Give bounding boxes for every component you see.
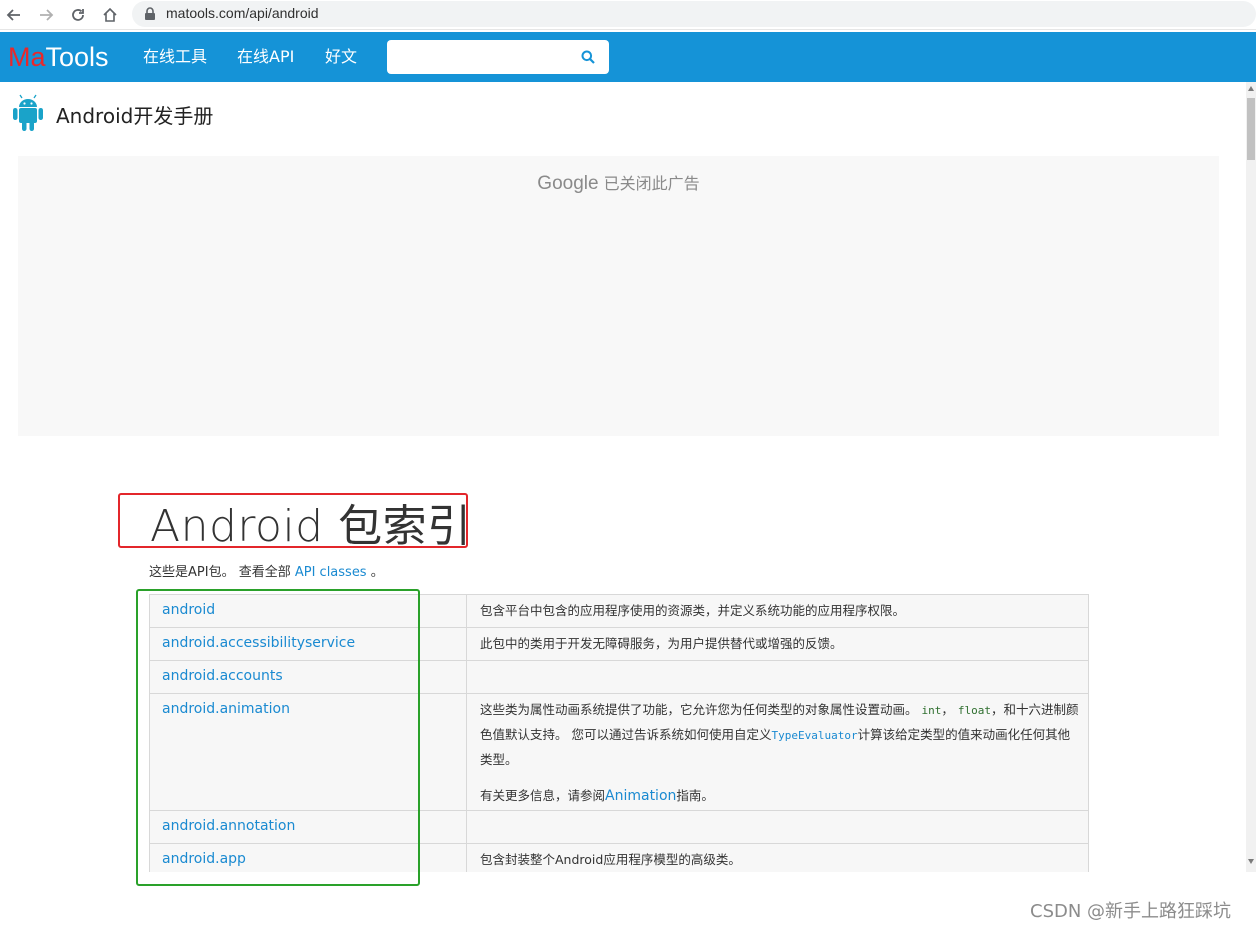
animation-guide-paragraph: 有关更多信息，请参阅Animation指南。 — [480, 784, 1080, 808]
page-scrollbar[interactable] — [1246, 82, 1256, 872]
logo-ma: Ma — [8, 42, 46, 72]
package-description: 此包中的类用于开发无障碍服务，为用户提供替代或增强的反馈。 — [480, 636, 843, 651]
ad-closed-message: Google 已关闭此广告 — [18, 170, 1219, 195]
code-int: int — [921, 704, 942, 717]
animation-desc-paragraph: 这些类为属性动画系统提供了功能，它允许您为任何类型的对象属性设置动画。 int，… — [480, 702, 1079, 767]
lock-icon — [145, 7, 155, 20]
home-icon — [103, 7, 117, 22]
intro-text-start: 这些是API包。 查看全部 — [149, 565, 291, 580]
package-description: 这些类为属性动画系统提供了功能，它允许您为任何类型的对象属性设置动画。 int，… — [480, 698, 1080, 808]
intro-text-end: 。 — [370, 565, 384, 580]
nav-articles[interactable]: 好文 — [325, 46, 357, 68]
reload-button[interactable] — [66, 3, 90, 27]
scroll-up-arrow-icon[interactable] — [1248, 86, 1254, 91]
animation-desc-e: 指南。 — [676, 788, 714, 803]
site-header: MaTools 在线工具 在线API 好文 — [0, 32, 1256, 82]
green-highlight-box — [136, 589, 420, 886]
nav-online-api[interactable]: 在线API — [237, 46, 294, 68]
animation-guide-link[interactable]: Animation — [605, 788, 676, 804]
csdn-watermark: CSDN @新手上路狂踩坑 — [1030, 901, 1232, 922]
ad-closed-text: 已关闭此广告 — [603, 174, 700, 193]
intro-text: 这些是API包。 查看全部 API classes 。 — [149, 561, 384, 580]
search-button[interactable] — [577, 46, 599, 68]
back-arrow-icon — [6, 9, 20, 21]
red-highlight-box — [118, 493, 468, 548]
home-button[interactable] — [98, 3, 122, 27]
address-bar[interactable]: matools.com/api/android — [132, 1, 1256, 27]
reload-icon — [72, 9, 84, 21]
page-title: Android开发手册 — [56, 104, 214, 128]
forward-button[interactable] — [34, 3, 58, 27]
url-text: matools.com/api/android — [166, 5, 319, 21]
forward-arrow-icon — [40, 9, 54, 21]
code-float: float — [957, 704, 991, 717]
logo-tools: Tools — [45, 42, 109, 72]
animation-desc-d: 有关更多信息，请参阅 — [480, 788, 606, 803]
animation-desc-a: 这些类为属性动画系统提供了功能，它允许您为任何类型的对象属性设置动画。 — [480, 702, 918, 717]
type-evaluator-link[interactable]: TypeEvaluator — [771, 729, 857, 742]
matools-logo[interactable]: MaTools — [8, 40, 109, 74]
back-button[interactable] — [2, 3, 26, 27]
search-box — [387, 40, 609, 74]
package-description: 包含封装整个Android应用程序模型的高级类。 — [480, 852, 741, 867]
google-logo: Google — [537, 173, 599, 194]
scroll-down-arrow-icon[interactable] — [1248, 859, 1254, 864]
android-icon — [13, 94, 43, 131]
search-input[interactable] — [393, 44, 573, 70]
ad-placeholder: Google 已关闭此广告 — [18, 156, 1219, 436]
browser-toolbar: matools.com/api/android — [0, 0, 1256, 30]
search-icon — [581, 50, 595, 64]
scrollbar-thumb[interactable] — [1247, 98, 1255, 160]
api-classes-link[interactable]: API classes — [295, 565, 367, 580]
nav-online-tools[interactable]: 在线工具 — [143, 46, 207, 68]
package-description: 包含平台中包含的应用程序使用的资源类，并定义系统功能的应用程序权限。 — [480, 603, 906, 618]
